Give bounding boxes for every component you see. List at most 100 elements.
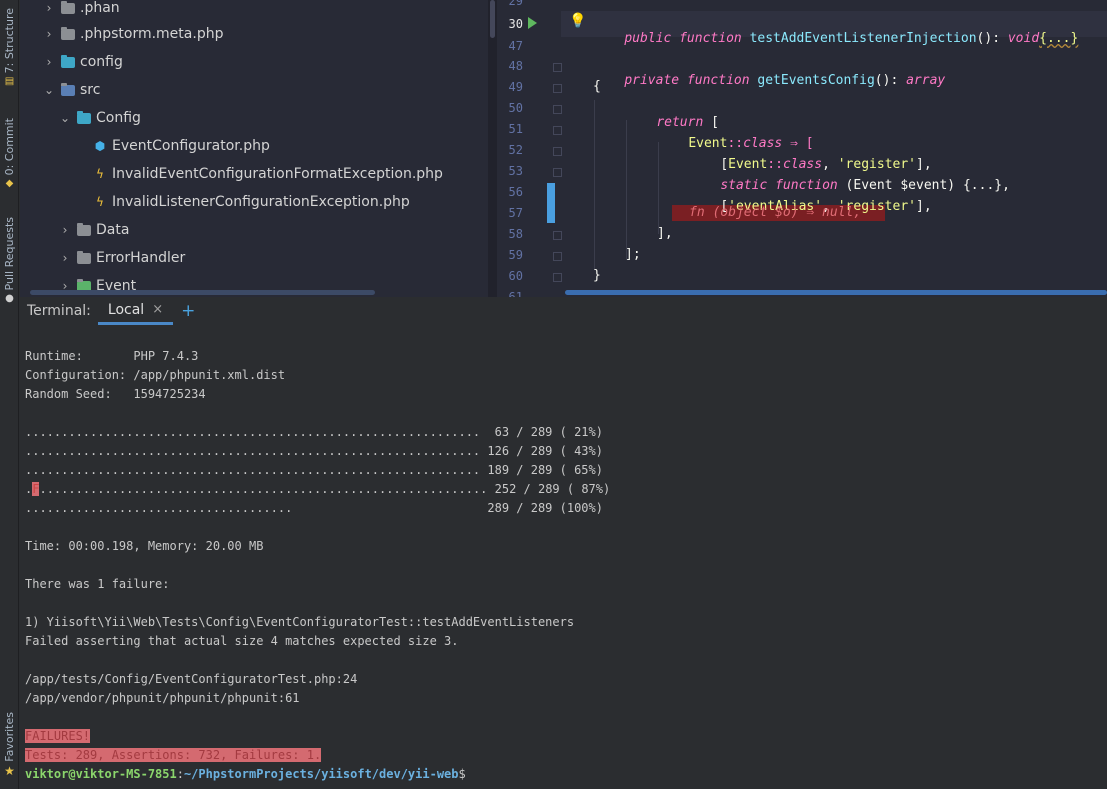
line-number: 48 (508, 59, 523, 73)
fold-marker[interactable] (553, 105, 562, 114)
tree-item-phpstorm-meta[interactable]: › .phpstorm.meta.php (42, 20, 224, 48)
tree-item-label: InvalidEventConfigurationFormatException… (112, 166, 443, 182)
code-keyword: function (679, 31, 742, 46)
code-folded-body[interactable]: {...} (1039, 31, 1078, 46)
tree-item-event-configurator[interactable]: ⬢ EventConfigurator.php (92, 132, 270, 160)
terminal-line: There was 1 failure: (25, 577, 170, 591)
tree-item-src[interactable]: ⌄ src (42, 76, 100, 104)
line-number: 58 (508, 227, 523, 241)
change-marker[interactable] (547, 183, 555, 223)
line-number: 53 (508, 164, 523, 178)
tree-item-label: ErrorHandler (96, 250, 186, 266)
favorites-tab-label: Favorites (3, 712, 16, 762)
commit-tab[interactable]: 0: Commit ◆ (0, 118, 19, 190)
tree-horizontal-scrollbar[interactable] (30, 290, 375, 295)
tree-item-config-dir[interactable]: ⌄ Config (58, 104, 141, 132)
code-type: array (906, 73, 946, 88)
code-line-59: ]; (625, 247, 641, 262)
fold-marker[interactable] (553, 126, 562, 135)
terminal-text: 252 / 289 ( 87%) (487, 482, 611, 496)
folder-icon (76, 250, 92, 265)
panel-divider[interactable] (488, 0, 497, 297)
structure-icon: ▤ (4, 76, 15, 88)
terminal-line: ..................................... 28… (25, 501, 603, 515)
code-line-49: { (593, 79, 601, 94)
fold-marker[interactable] (553, 252, 562, 261)
fold-marker[interactable] (553, 84, 562, 93)
lightbulb-icon[interactable]: 💡 (569, 13, 586, 29)
terminal-tab-label: Local (107, 301, 145, 318)
commit-icon: ◆ (5, 178, 14, 190)
tree-item-label: InvalidListenerConfigurationException.ph… (112, 194, 410, 210)
tree-item-label: Data (96, 222, 130, 238)
fold-marker[interactable] (553, 168, 562, 177)
prompt-path: ~/PhpstormProjects/yiisoft/dev/yii-web (183, 767, 459, 781)
code-punct: (): (874, 73, 907, 88)
structure-tab[interactable]: 7: Structure ▤ (0, 8, 19, 88)
tree-item-data[interactable]: › Data (58, 216, 130, 244)
terminal-line: 1) Yiisoft\Yii\Web\Tests\Config\EventCon… (25, 615, 575, 629)
code-punct: ], (916, 199, 932, 214)
line-number: 52 (508, 143, 523, 157)
terminal-line: ........................................… (25, 425, 603, 439)
terminal-text: ........................................… (39, 482, 488, 496)
github-icon: ● (5, 293, 14, 305)
fold-marker[interactable] (553, 273, 562, 282)
exception-icon: ϟ (96, 195, 104, 209)
line-number: 47 (508, 39, 523, 53)
terminal-line: /app/vendor/phpunit/phpunit/phpunit:61 (25, 691, 300, 705)
chevron-right-icon: › (46, 55, 52, 69)
tree-item-label: EventConfigurator.php (112, 138, 270, 154)
run-test-icon[interactable] (528, 17, 537, 29)
tree-item-invalid-listener-exception[interactable]: ϟ InvalidListenerConfigurationException.… (92, 188, 410, 216)
terminal-line: ........................................… (25, 463, 603, 477)
code-editor[interactable]: 29 30 47 48 49 50 51 52 53 56 57 58 59 6… (497, 0, 1107, 297)
close-icon[interactable]: × (152, 302, 163, 317)
tree-item-phan[interactable]: › .phan (42, 0, 120, 22)
code-function-name: getEventsConfig (757, 73, 875, 88)
code-line-57: fn (object $o) ⇒ null, (689, 205, 862, 220)
pull-requests-tab[interactable]: Pull Requests ● (0, 217, 19, 305)
fold-marker[interactable] (553, 147, 562, 156)
terminal-line: Configuration: /app/phpunit.xml.dist (25, 368, 286, 382)
terminal-line: Runtime: PHP 7.4.3 (25, 349, 199, 363)
line-number: 51 (508, 122, 523, 136)
line-number: 29 (508, 0, 523, 8)
prompt-end: $ (458, 767, 466, 781)
tree-item-error-handler[interactable]: › ErrorHandler (58, 244, 186, 272)
chevron-down-icon: ⌄ (43, 83, 55, 97)
folder-icon (76, 222, 92, 237)
line-number: 49 (508, 80, 523, 94)
prompt-user: viktor@viktor-MS-7851 (25, 767, 177, 781)
shell-prompt[interactable]: viktor@viktor-MS-7851:~/PhpstormProjects… (25, 766, 466, 782)
terminal-line: Failed asserting that actual size 4 matc… (25, 634, 459, 648)
code-punct: (): (976, 31, 1008, 46)
code-keyword: private (624, 73, 680, 88)
new-tab-button[interactable]: + (181, 301, 195, 321)
chevron-right-icon: › (62, 251, 68, 265)
tree-item-config[interactable]: › config (42, 48, 123, 76)
source-folder-icon (60, 82, 76, 97)
tree-item-label: config (80, 54, 123, 70)
fold-marker[interactable] (553, 231, 562, 240)
terminal-line: /app/tests/Config/EventConfiguratorTest.… (25, 672, 358, 686)
tree-item-invalid-event-exception[interactable]: ϟ InvalidEventConfigurationFormatExcepti… (92, 160, 443, 188)
terminal-output[interactable]: Runtime: PHP 7.4.3 Configuration: /app/p… (20, 325, 1107, 789)
config-folder-icon (76, 110, 92, 125)
php-class-icon: ⬢ (94, 139, 106, 153)
chevron-right-icon: › (46, 1, 52, 15)
terminal-line: Random Seed: 1594725234 (25, 387, 206, 401)
terminal-line: ........................................… (25, 444, 603, 458)
code-function-name: testAddEventListenerInjection (749, 31, 977, 46)
terminal-tab-local[interactable]: Local × (97, 297, 174, 325)
editor-horizontal-scrollbar[interactable] (565, 290, 1107, 295)
fold-marker[interactable] (553, 63, 562, 72)
tree-vertical-scrollbar[interactable] (490, 0, 495, 38)
line-number: 50 (508, 101, 523, 115)
config-folder-icon (60, 54, 76, 69)
favorites-tab[interactable]: Favorites ★ (0, 712, 19, 777)
code-line-48: private function getEventsConfig(): arra… (593, 58, 945, 103)
code-line-58: ], (657, 226, 673, 241)
pull-requests-tab-label: Pull Requests (3, 217, 16, 291)
tree-item-label: .phan (80, 0, 120, 16)
